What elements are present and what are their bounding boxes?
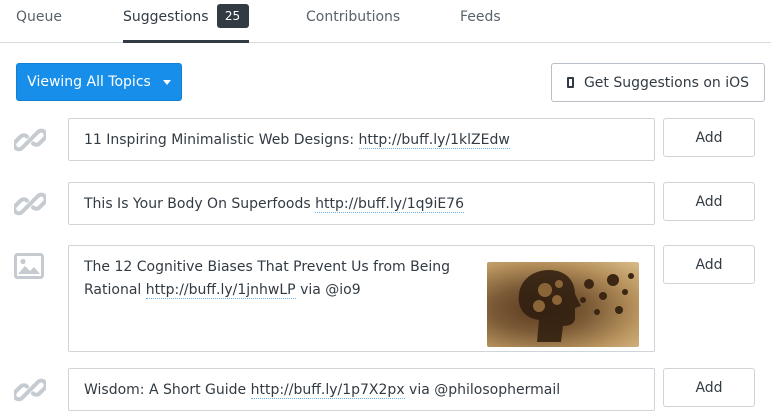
add-button[interactable]: Add (663, 368, 755, 407)
add-button[interactable]: Add (663, 118, 755, 157)
suggestion-link[interactable]: http://buff.ly/1klZEdw (358, 132, 510, 149)
link-icon (14, 192, 46, 216)
suggestion-card[interactable]: Wisdom: A Short Guide http://buff.ly/1p7… (68, 368, 655, 411)
suggestion-text: Wisdom: A Short Guide http://buff.ly/1p7… (84, 382, 561, 399)
suggestion-card[interactable]: This Is Your Body On Superfoods http://b… (68, 182, 655, 225)
tab-bar: Queue Suggestions 25 Contributions Feeds (0, 0, 771, 43)
tab-label: Feeds (460, 9, 501, 25)
link-icon (14, 128, 46, 152)
suggestion-text: 11 Inspiring Minimalistic Web Designs: h… (84, 132, 510, 149)
tab-label: Contributions (306, 9, 401, 25)
suggestion-card[interactable]: 11 Inspiring Minimalistic Web Designs: h… (68, 118, 655, 161)
tab-feeds[interactable]: Feeds (460, 0, 501, 43)
tab-suggestions[interactable]: Suggestions 25 (123, 0, 249, 43)
suggestion-text: This Is Your Body On Superfoods http://b… (84, 196, 464, 213)
suggestions-count-badge: 25 (216, 4, 249, 28)
topic-filter-label: Viewing All Topics (27, 74, 151, 90)
suggestion-link[interactable]: http://buff.ly/1p7X2px (250, 382, 405, 399)
tab-queue[interactable]: Queue (16, 0, 62, 43)
add-button[interactable]: Add (663, 245, 755, 284)
add-button[interactable]: Add (663, 182, 755, 221)
image-icon (14, 253, 44, 279)
suggestion-link[interactable]: http://buff.ly/1q9iE76 (315, 196, 464, 213)
gears-head-illustration (518, 270, 634, 342)
tab-contributions[interactable]: Contributions (306, 0, 400, 43)
ios-button-label: Get Suggestions on iOS (583, 74, 750, 91)
phone-icon (566, 77, 574, 88)
caret-down-icon (162, 79, 171, 85)
link-icon (14, 378, 46, 402)
suggestion-card[interactable]: The 12 Cognitive Biases That Prevent Us … (68, 245, 655, 352)
suggestion-thumbnail (487, 262, 639, 347)
suggestion-text: The 12 Cognitive Biases That Prevent Us … (84, 259, 450, 299)
tab-label: Queue (16, 9, 62, 25)
topic-filter-dropdown[interactable]: Viewing All Topics (16, 63, 182, 101)
suggestion-link[interactable]: http://buff.ly/1jnhwLP (145, 282, 296, 299)
get-ios-suggestions-button[interactable]: Get Suggestions on iOS (551, 63, 765, 102)
tab-label: Suggestions (123, 9, 209, 25)
